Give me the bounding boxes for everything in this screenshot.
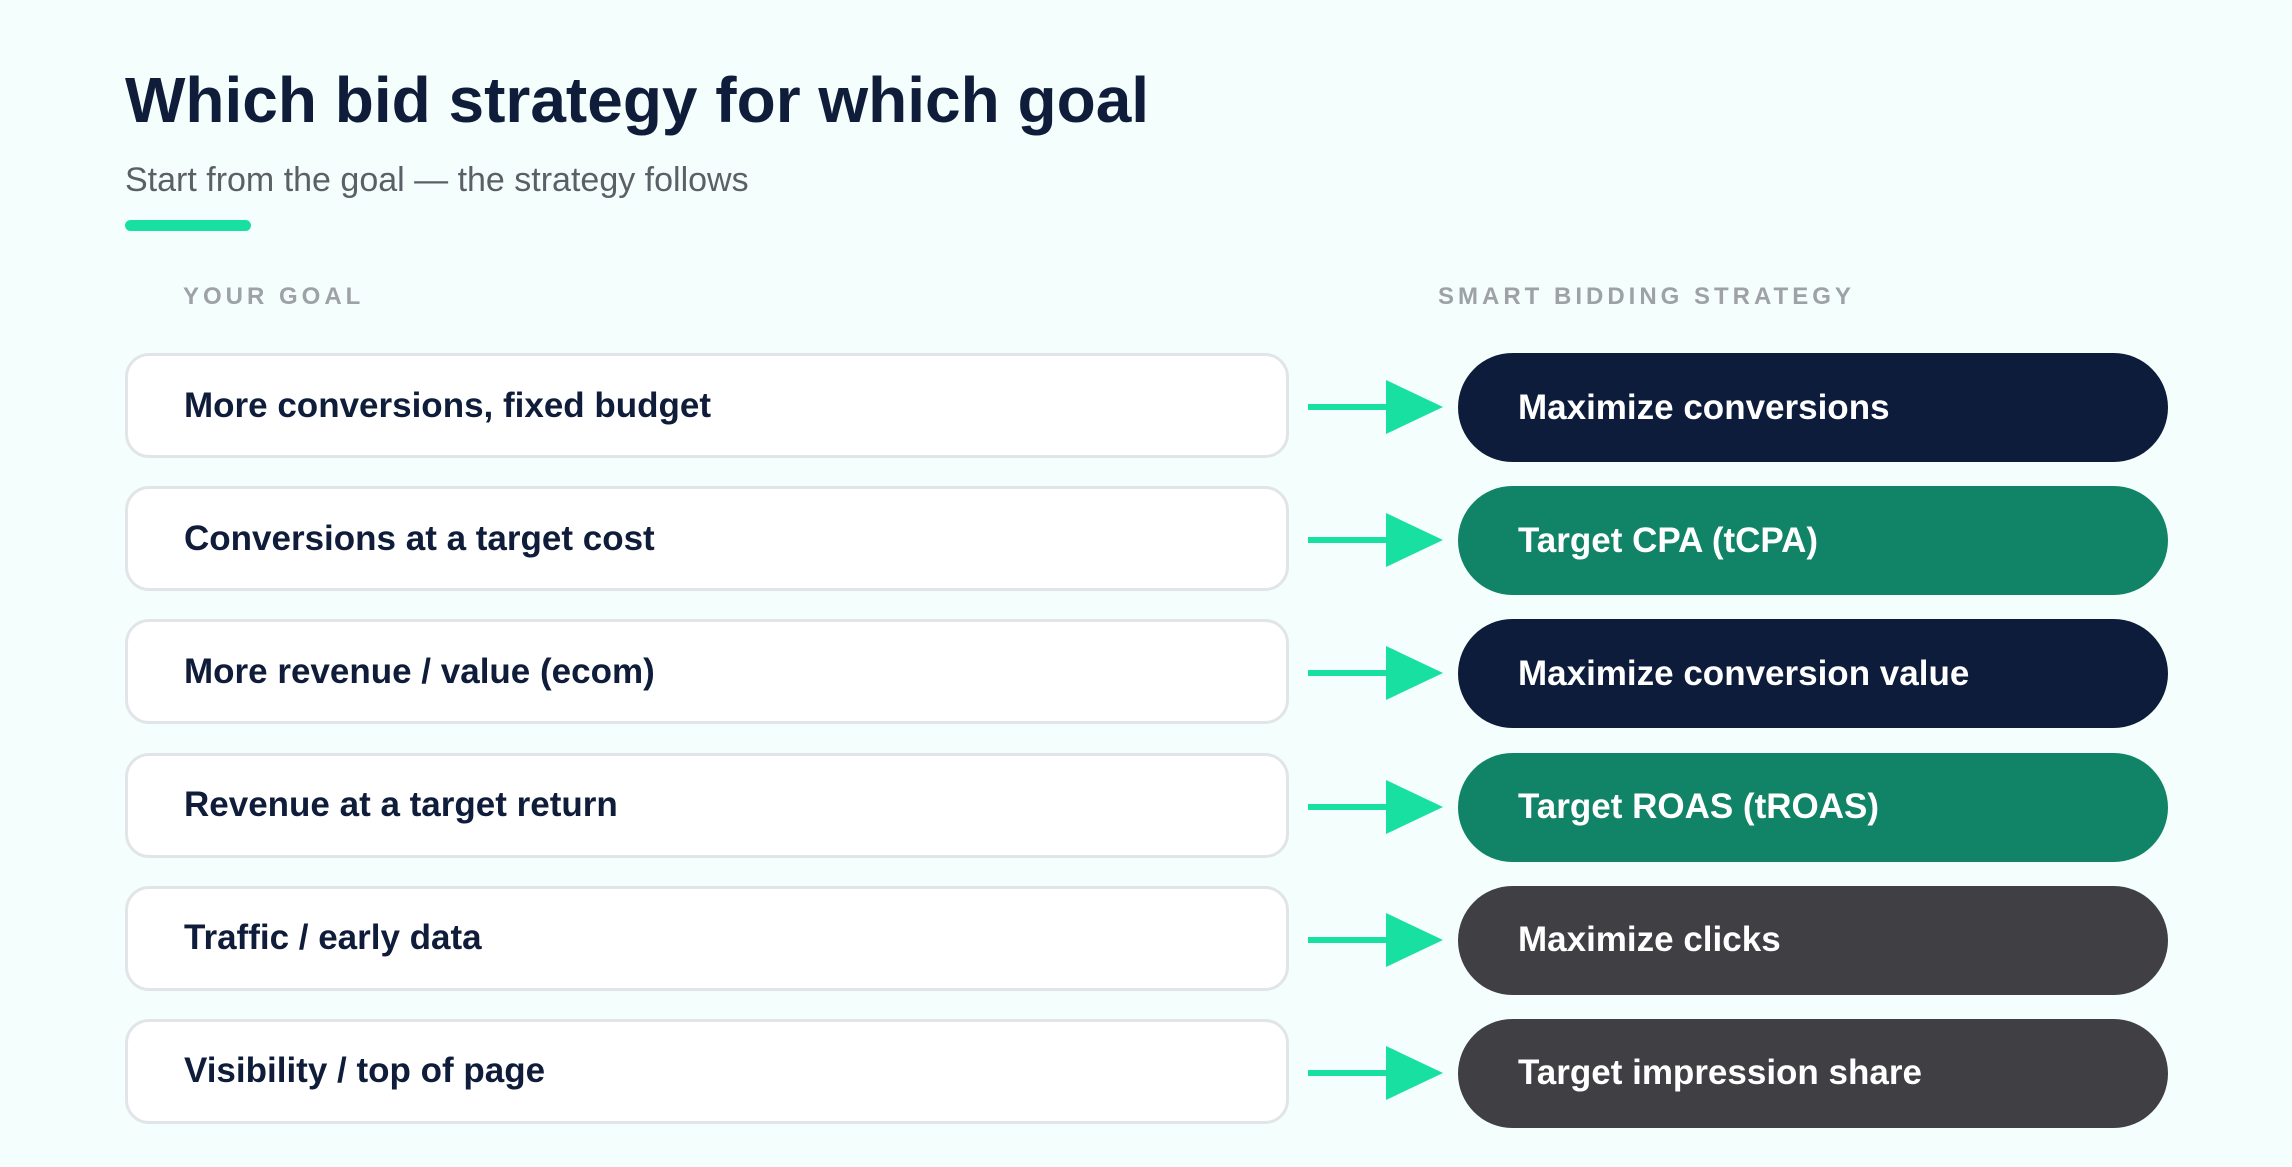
mapping-row: More revenue / value (ecom) Maximize con… — [125, 619, 2168, 729]
goal-label: Revenue at a target return — [184, 785, 618, 825]
strategy-pill: Target CPA (tCPA) — [1458, 486, 2168, 596]
goal-card: Revenue at a target return — [125, 752, 1289, 858]
goal-label: More conversions, fixed budget — [184, 385, 712, 425]
goal-strategy-list: More conversions, fixed budget Maximize … — [125, 353, 2168, 1152]
goal-card: Conversions at a target cost — [125, 486, 1289, 592]
strategy-pill: Maximize conversions — [1458, 353, 2168, 462]
mapping-row: Conversions at a target cost Target CPA … — [125, 486, 2168, 596]
goal-label: Traffic / early data — [184, 918, 482, 958]
page-title: Which bid strategy for which goal — [125, 64, 1150, 136]
goal-column-header: YOUR GOAL — [183, 283, 365, 310]
strategy-column-header: SMART BIDDING STRATEGY — [1438, 283, 1855, 310]
mapping-row: Traffic / early data Maximize clicks — [125, 885, 2168, 995]
mapping-row: Revenue at a target return Target ROAS (… — [125, 752, 2168, 862]
arrow-right-icon — [1308, 646, 1443, 701]
strategy-pill: Target impression share — [1458, 1018, 2168, 1128]
mapping-row: More conversions, fixed budget Maximize … — [125, 353, 2168, 462]
arrow-right-icon — [1308, 912, 1443, 967]
goal-card: Traffic / early data — [125, 885, 1289, 991]
strategy-label: Maximize clicks — [1518, 920, 1781, 960]
page-subtitle: Start from the goal — the strategy follo… — [125, 161, 749, 199]
arrow-right-icon — [1308, 380, 1443, 434]
strategy-label: Target impression share — [1518, 1053, 1922, 1093]
goal-card: Visibility / top of page — [125, 1018, 1289, 1124]
arrow-right-icon — [1308, 779, 1443, 834]
strategy-pill: Maximize conversion value — [1458, 619, 2168, 729]
strategy-label: Maximize conversions — [1518, 387, 1890, 427]
goal-label: Conversions at a target cost — [184, 518, 655, 558]
strategy-label: Maximize conversion value — [1518, 653, 1970, 693]
strategy-label: Target ROAS (tROAS) — [1518, 787, 1880, 827]
accent-underline — [125, 220, 251, 231]
goal-card: More conversions, fixed budget — [125, 353, 1289, 458]
strategy-pill: Target ROAS (tROAS) — [1458, 752, 2168, 862]
goal-label: Visibility / top of page — [184, 1051, 546, 1091]
arrow-right-icon — [1308, 513, 1443, 568]
goal-label: More revenue / value (ecom) — [184, 651, 655, 691]
strategy-pill: Maximize clicks — [1458, 885, 2168, 995]
strategy-label: Target CPA (tCPA) — [1518, 520, 1819, 560]
goal-card: More revenue / value (ecom) — [125, 619, 1289, 725]
arrow-right-icon — [1308, 1045, 1443, 1100]
mapping-row: Visibility / top of page Target impressi… — [125, 1018, 2168, 1128]
